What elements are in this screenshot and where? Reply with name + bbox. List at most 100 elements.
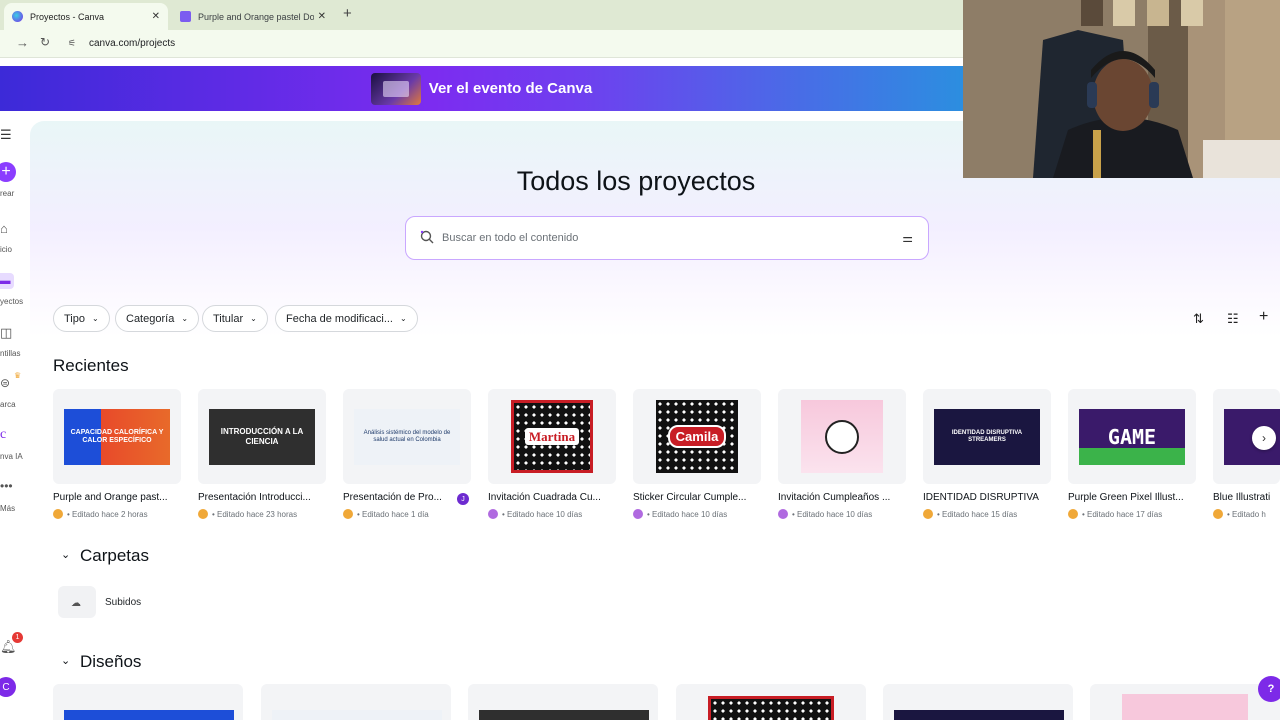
sidebar-item-home[interactable]: icio (0, 245, 12, 254)
recent-card-title[interactable]: IDENTIDAD DISRUPTIVA (923, 492, 1051, 503)
recent-card-meta: • Editado hace 2 horas (53, 509, 183, 519)
chevron-down-icon: ⌄ (92, 314, 99, 323)
help-button[interactable]: ? (1258, 676, 1280, 702)
folder-tile[interactable]: ☁ (58, 586, 96, 618)
recent-card-title[interactable]: Purple and Orange past... (53, 492, 181, 503)
recent-card[interactable]: INTRODUCCIÓN A LA CIENCIA (198, 389, 326, 484)
section-title-folders[interactable]: Carpetas (80, 546, 149, 566)
recent-card-title[interactable]: Blue Illustrati (1213, 492, 1280, 503)
chevron-down-icon[interactable]: ⌄ (61, 654, 70, 667)
site-settings-icon[interactable]: ⚟ (68, 38, 79, 48)
search-icon (420, 230, 434, 244)
tab-close-icon[interactable]: ✕ (318, 11, 326, 22)
recent-card-title[interactable]: Sticker Circular Cumple... (633, 492, 761, 503)
sidebar-item-ai[interactable]: nva IA (0, 452, 23, 461)
filter-type[interactable]: Tipo ⌄ (53, 305, 110, 332)
sort-icon[interactable]: ⇅ (1193, 311, 1204, 327)
recent-card[interactable]: IDENTIDAD DISRUPTIVA STREAMERS (923, 389, 1051, 484)
filter-sliders-icon[interactable]: ⚌ (902, 231, 913, 245)
recent-card[interactable] (778, 389, 906, 484)
section-title-designs[interactable]: Diseños (80, 652, 141, 672)
folder-icon[interactable]: ▬ (0, 273, 14, 289)
design-thumbnail (894, 710, 1064, 720)
design-card[interactable] (1090, 684, 1280, 720)
recent-card-meta: • Editado hace 1 día (343, 509, 473, 519)
sidebar-item-templates[interactable]: ntillas (0, 349, 20, 358)
add-icon[interactable]: + (1259, 308, 1268, 326)
webcam-overlay (963, 0, 1280, 178)
recent-card-title[interactable]: Invitación Cuadrada Cu... (488, 492, 616, 503)
avatar (923, 509, 933, 519)
design-card[interactable] (468, 684, 658, 720)
forward-icon[interactable]: → (16, 35, 29, 50)
sidebar-item-more[interactable]: Más (0, 504, 15, 513)
chevron-down-icon[interactable]: ⌄ (61, 548, 70, 561)
recent-card-title[interactable]: Invitación Cumpleaños ... (778, 492, 906, 503)
browser-tab-active[interactable]: Proyectos - Canva ✕ (4, 3, 168, 30)
design-thumbnail: GAME (1079, 409, 1185, 465)
edited-time: • Editado hace 1 día (357, 509, 429, 519)
recent-card[interactable]: Análisis sistémico del modelo de salud a… (343, 389, 471, 484)
templates-icon[interactable]: ◫ (0, 325, 12, 341)
list-view-icon[interactable]: ☷ (1227, 311, 1239, 327)
recent-card-title[interactable]: Presentación Introducci... (198, 492, 326, 503)
event-banner[interactable]: Ver el evento de Canva (0, 66, 963, 111)
recent-card-meta: • Editado hace 10 días (778, 509, 908, 519)
design-thumbnail: IDENTIDAD DISRUPTIVA STREAMERS (934, 409, 1040, 465)
filter-modified-date[interactable]: Fecha de modificaci... ⌄ (275, 305, 418, 332)
edited-time: • Editado hace 10 días (502, 509, 583, 519)
reload-icon[interactable]: ↻ (40, 35, 50, 49)
notification-badge: 1 (12, 632, 23, 643)
tab-title: Purple and Orange pastel Doo (198, 11, 314, 22)
recent-card-title[interactable]: Purple Green Pixel Illust... (1068, 492, 1196, 503)
sidebar-item-brand[interactable]: arca (0, 400, 16, 409)
design-thumbnail: Martina (511, 400, 593, 473)
folder-name[interactable]: Subidos (105, 597, 141, 608)
search-input[interactable]: Buscar en todo el contenido ⚌ (405, 216, 929, 260)
design-card[interactable] (53, 684, 243, 720)
edited-time: • Editado hace 23 horas (212, 509, 298, 519)
scroll-right-arrow-icon[interactable]: › (1252, 426, 1276, 450)
avatar (1068, 509, 1078, 519)
filter-label: Titular (213, 312, 244, 325)
recent-card[interactable]: Martina (488, 389, 616, 484)
more-icon[interactable]: ••• (0, 479, 13, 493)
new-tab-button[interactable]: + (343, 5, 352, 22)
recent-card[interactable]: GAME (1068, 389, 1196, 484)
doc-favicon-icon (180, 11, 191, 22)
design-card[interactable] (676, 684, 866, 720)
url-field[interactable]: canva.com/projects (89, 38, 175, 49)
webcam-image (963, 0, 1280, 178)
browser-tab[interactable]: Purple and Orange pastel Doo ✕ (172, 3, 334, 30)
recent-card[interactable]: CAPACIDAD CALORÍFICA Y CALOR ESPECÍFICO (53, 389, 181, 484)
design-thumbnail: INTRODUCCIÓN A LA CIENCIA (209, 409, 315, 465)
tab-title: Proyectos - Canva (30, 11, 105, 22)
brand-icon[interactable]: ⊜ (0, 376, 10, 390)
edited-time: • Editado hace 15 días (937, 509, 1018, 519)
filter-category[interactable]: Categoría ⌄ (115, 305, 200, 332)
design-card[interactable] (883, 684, 1073, 720)
recent-card[interactable]: Camila (633, 389, 761, 484)
tab-close-icon[interactable]: ✕ (152, 11, 160, 22)
design-thumbnail: Camila (656, 400, 738, 473)
avatar (343, 509, 353, 519)
menu-icon[interactable]: ☰ (0, 127, 12, 143)
design-thumbnail (272, 710, 442, 720)
avatar (778, 509, 788, 519)
filter-owner[interactable]: Titular ⌄ (202, 305, 268, 332)
filter-label: Fecha de modificaci... (286, 312, 393, 325)
recent-card-title[interactable]: Presentación de Pro... (343, 492, 448, 503)
avatar (53, 509, 63, 519)
chevron-down-icon: ⌄ (400, 314, 407, 323)
thumbnail-text: CAPACIDAD CALORÍFICA Y CALOR ESPECÍFICO (70, 428, 164, 444)
recent-card-meta: • Editado hace 10 días (488, 509, 618, 519)
design-card[interactable] (261, 684, 451, 720)
design-thumbnail: CAPACIDAD CALORÍFICA Y CALOR ESPECÍFICO (64, 409, 170, 465)
home-icon[interactable]: ⌂ (0, 221, 8, 236)
canva-ai-icon[interactable]: c (0, 427, 6, 443)
edited-time: • Editado hace 10 días (647, 509, 728, 519)
sidebar-item-projects[interactable]: yectos (0, 297, 23, 306)
design-thumbnail (1122, 694, 1248, 720)
edited-time: • Editado hace 17 días (1082, 509, 1163, 519)
avatar[interactable]: C (0, 677, 16, 697)
